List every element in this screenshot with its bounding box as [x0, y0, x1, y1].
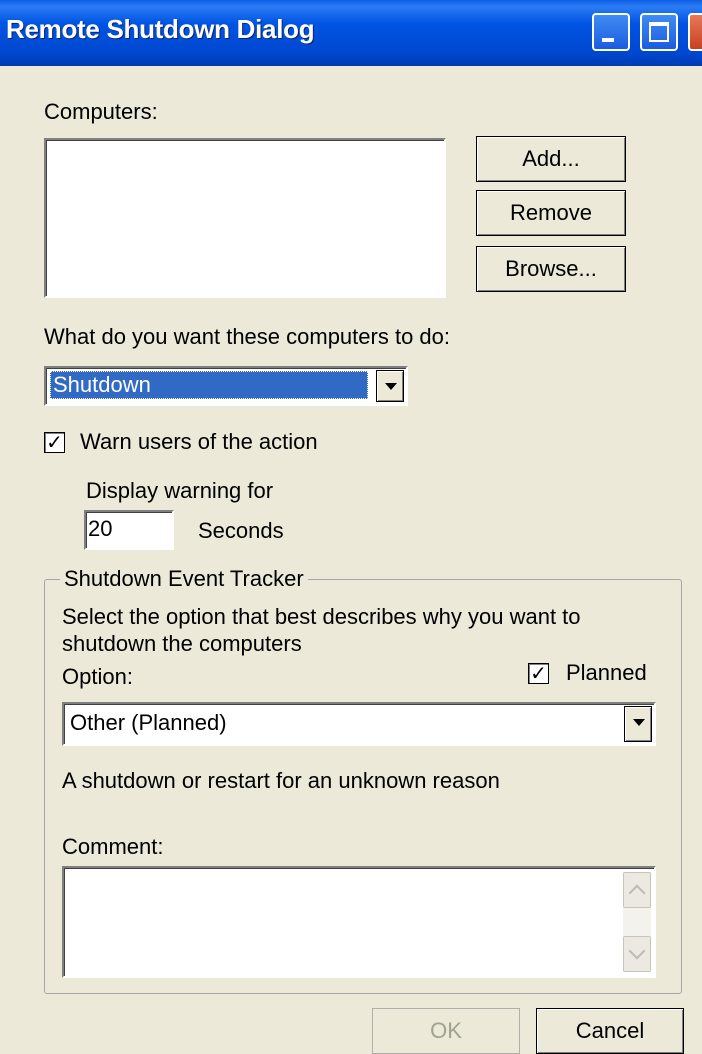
minimize-icon	[602, 38, 614, 42]
close-button[interactable]	[688, 13, 702, 51]
action-select-value: Shutdown	[50, 371, 368, 399]
ok-button[interactable]: OK	[372, 1008, 520, 1054]
scroll-down-icon[interactable]	[623, 936, 651, 972]
checkmark-icon: ✓	[46, 430, 63, 454]
option-select[interactable]: Other (Planned)	[62, 702, 656, 746]
warn-users-checkbox[interactable]: ✓	[44, 432, 65, 453]
remove-button-label: Remove	[510, 200, 592, 225]
group-legend: Shutdown Event Tracker	[60, 566, 308, 592]
maximize-icon	[649, 22, 669, 42]
option-label: Option:	[62, 664, 133, 689]
action-select[interactable]: Shutdown	[44, 366, 408, 406]
title-bar[interactable]: Remote Shutdown Dialog	[0, 0, 702, 66]
browse-button-label: Browse...	[505, 256, 597, 281]
minimize-button[interactable]	[592, 13, 630, 51]
cancel-button[interactable]: Cancel	[536, 1008, 684, 1054]
cancel-button-label: Cancel	[575, 1018, 645, 1043]
option-select-value: Other (Planned)	[70, 710, 227, 735]
maximize-button[interactable]	[640, 13, 678, 51]
add-button-label: Add...	[522, 146, 580, 171]
planned-checkbox[interactable]: ✓	[528, 663, 549, 684]
remove-button[interactable]: Remove	[476, 190, 626, 236]
display-warning-label: Display warning for	[86, 478, 274, 503]
planned-label: Planned	[566, 660, 647, 685]
tracker-description: Select the option that best describes wh…	[62, 604, 581, 656]
warning-seconds-input[interactable]: 20	[84, 510, 174, 550]
window-title: Remote Shutdown Dialog	[6, 14, 315, 44]
browse-button[interactable]: Browse...	[476, 246, 626, 292]
scroll-up-icon[interactable]	[623, 872, 651, 908]
action-dropdown-arrow-icon[interactable]	[376, 370, 404, 402]
ok-button-label: OK	[430, 1018, 462, 1043]
add-button[interactable]: Add...	[476, 136, 626, 182]
action-label: What do you want these computers to do:	[44, 324, 451, 349]
seconds-label: Seconds	[198, 518, 284, 543]
option-dropdown-arrow-icon[interactable]	[624, 706, 652, 742]
checkmark-icon: ✓	[530, 661, 547, 685]
computers-label: Computers:	[44, 99, 158, 124]
comment-label: Comment:	[62, 834, 164, 859]
comment-textarea[interactable]	[62, 866, 656, 978]
computers-listbox[interactable]	[44, 138, 446, 298]
comment-scrollbar[interactable]	[623, 872, 651, 972]
reason-description: A shutdown or restart for an unknown rea…	[62, 768, 500, 793]
warn-users-label: Warn users of the action	[80, 429, 318, 454]
